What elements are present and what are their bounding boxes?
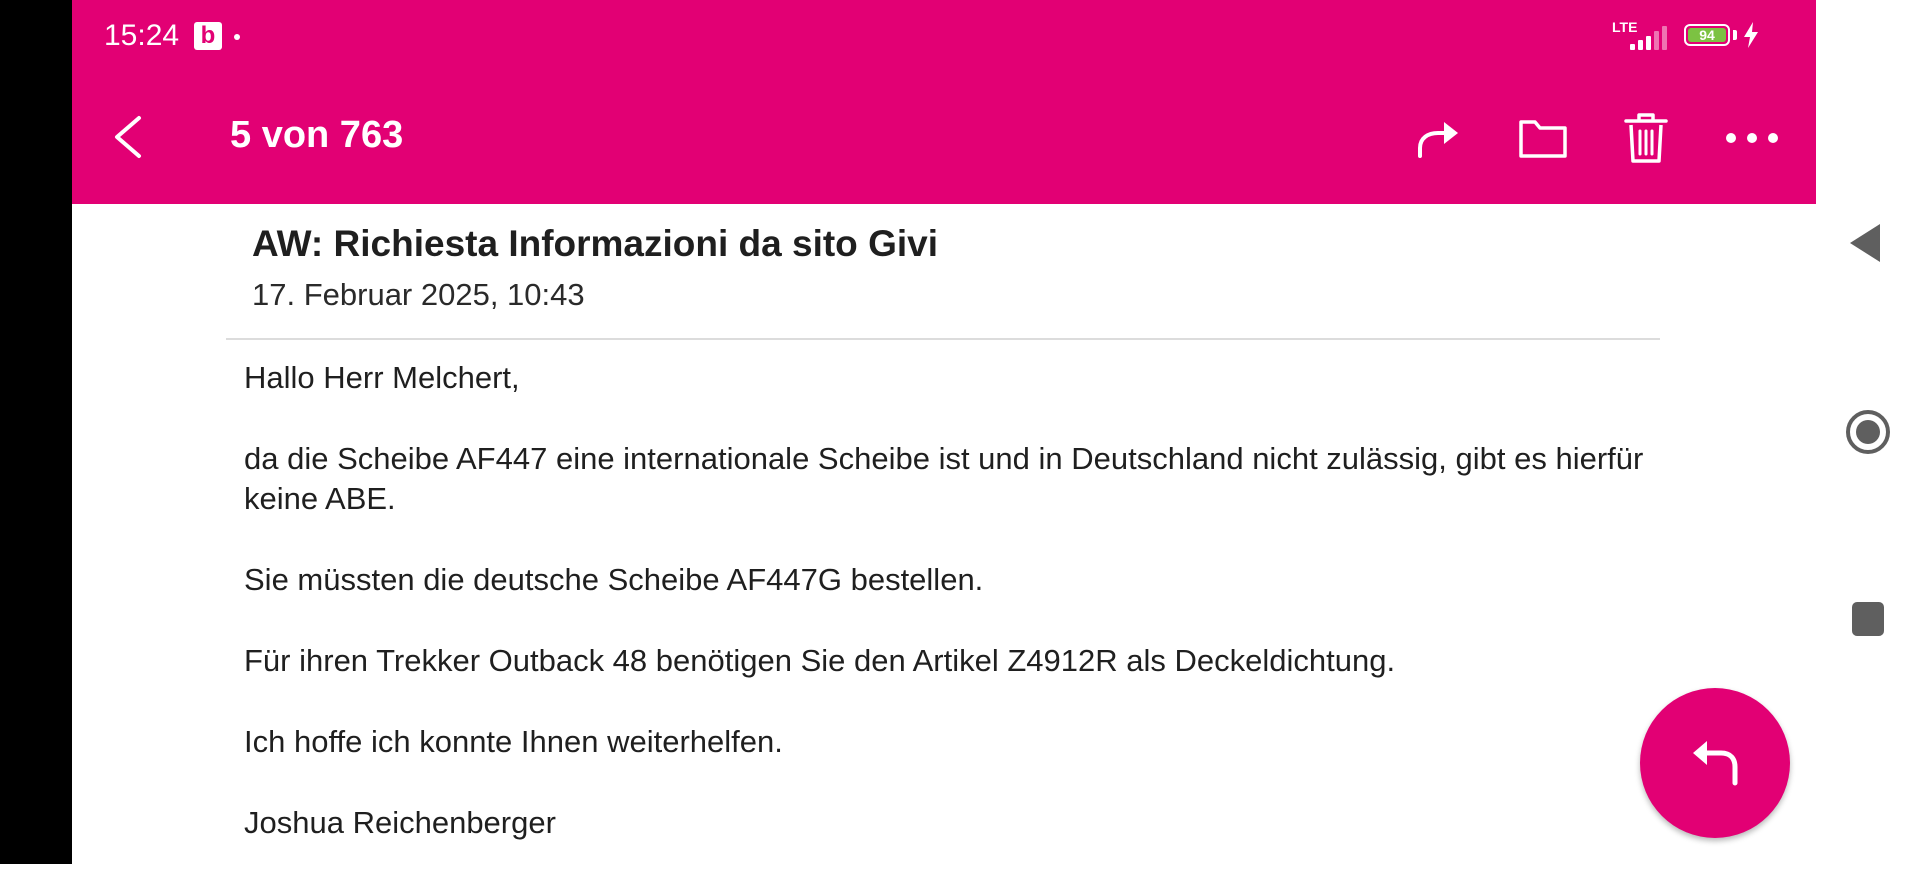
move-to-folder-button[interactable] xyxy=(1512,108,1574,168)
back-icon xyxy=(115,116,141,158)
folder-icon xyxy=(1519,120,1567,158)
nav-back-icon[interactable] xyxy=(1850,224,1880,262)
charging-icon xyxy=(1744,22,1758,48)
email-subject: AW: Richiesta Informazioni da sito Givi xyxy=(252,223,938,264)
notification-dot xyxy=(234,34,240,40)
forward-button[interactable] xyxy=(1408,108,1468,168)
reply-button[interactable] xyxy=(1640,688,1790,838)
signal-icon xyxy=(1620,20,1680,50)
battery-icon: 94 xyxy=(1684,24,1730,46)
system-navigation-bar xyxy=(1816,0,1920,864)
email-paragraph: Sie müssten die deutsche Scheibe AF447G … xyxy=(244,562,984,597)
delete-button[interactable] xyxy=(1616,106,1676,170)
email-signature: Joshua Reichenberger xyxy=(244,805,556,840)
more-icon xyxy=(1726,133,1778,143)
email-paragraph: Für ihren Trekker Outback 48 benötigen S… xyxy=(244,643,1396,678)
back-button[interactable] xyxy=(100,104,156,170)
notification-badge: b xyxy=(194,22,222,50)
email-paragraph: da die Scheibe AF447 eine internationale… xyxy=(244,441,1644,516)
email-greeting: Hallo Herr Melchert, xyxy=(244,360,520,395)
header-divider xyxy=(226,338,1660,340)
battery-percent: 94 xyxy=(1699,27,1715,43)
email-paragraph: Ich hoffe ich konnte Ihnen weiterhelfen. xyxy=(244,724,783,759)
message-position: 5 von 763 xyxy=(230,114,404,156)
email-date: 17. Februar 2025, 10:43 xyxy=(252,277,585,312)
battery-cap xyxy=(1733,30,1737,40)
screen-edge xyxy=(0,0,72,864)
email-body: Hallo Herr Melchert, da die Scheibe AF44… xyxy=(244,358,1644,884)
app-bar: 15:24 b LTE 94 5 von 763 xyxy=(72,0,1816,204)
reply-icon xyxy=(1693,741,1738,786)
mail-app: 15:24 b LTE 94 5 von 763 AW: Richiesta I… xyxy=(72,0,1816,864)
forward-icon xyxy=(1418,122,1458,158)
more-options-button[interactable] xyxy=(1720,110,1784,166)
trash-icon xyxy=(1624,113,1668,163)
nav-home-icon[interactable] xyxy=(1844,408,1892,456)
status-time: 15:24 xyxy=(104,19,180,52)
nav-recents-icon[interactable] xyxy=(1852,602,1884,636)
